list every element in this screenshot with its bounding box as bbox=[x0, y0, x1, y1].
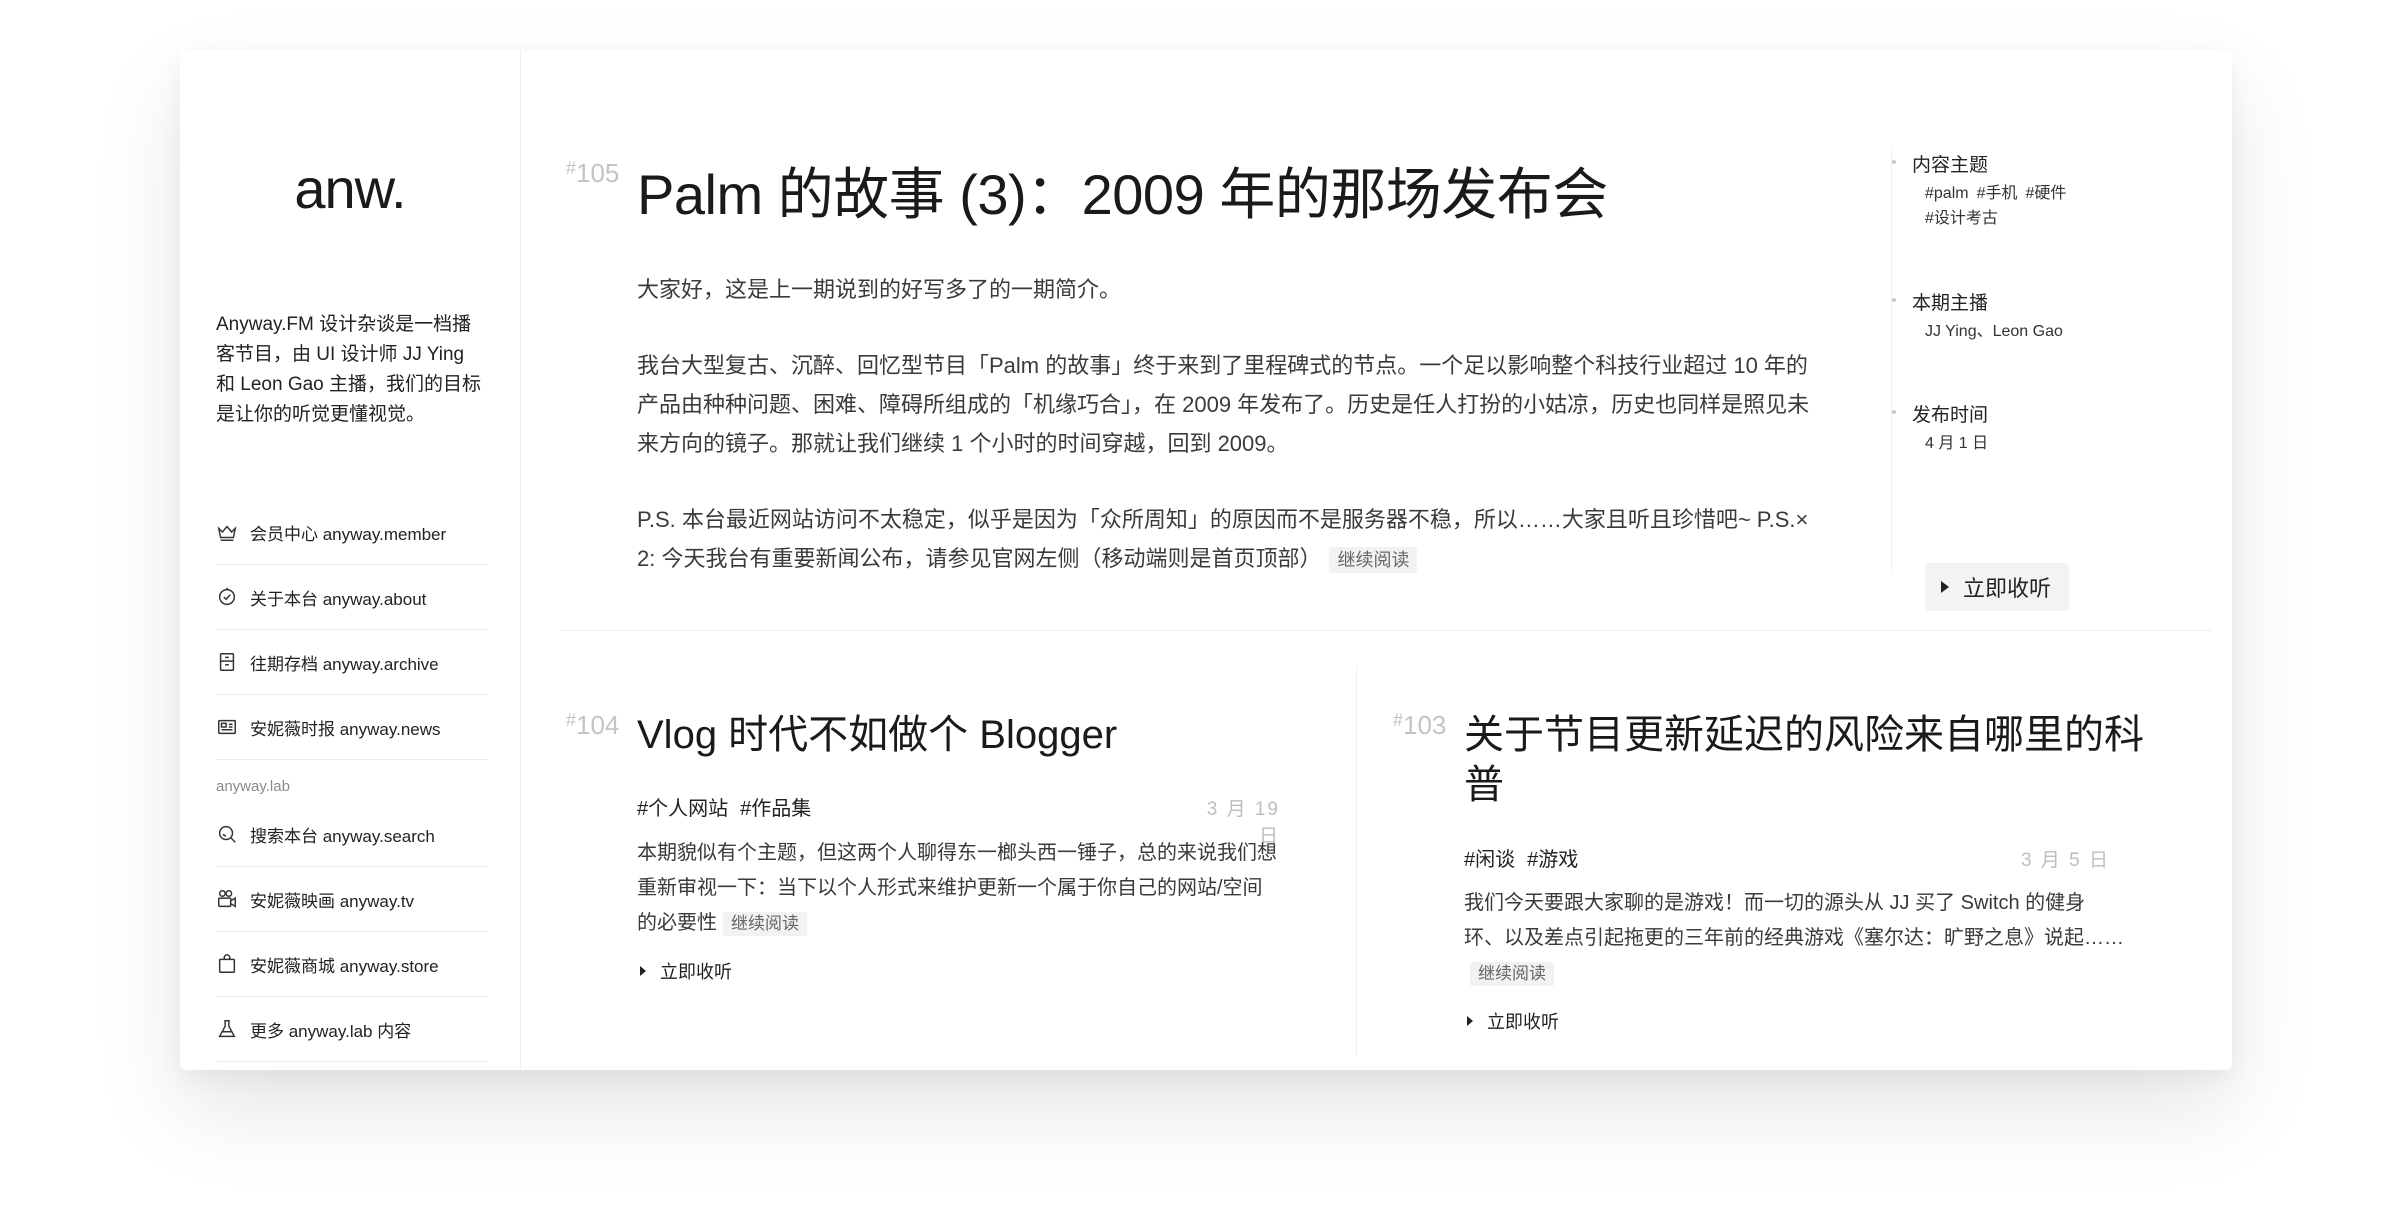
featured-title[interactable]: Palm 的故事 (3)：2009 年的那场发布会 bbox=[637, 150, 1608, 231]
meta-label: 本期主播 bbox=[1892, 288, 2063, 315]
meta-hosts: 本期主播 JJ Ying、Leon Gao bbox=[1892, 288, 2063, 344]
meta-topics: 内容主题 #palm #手机 #硬件 #设计考古 bbox=[1892, 150, 2074, 231]
episode-number: #105 bbox=[566, 158, 620, 188]
nav-item-lab[interactable]: 更多 anyway.lab 内容 bbox=[216, 997, 488, 1062]
nav-item-member[interactable]: 会员中心 anyway.member bbox=[216, 500, 488, 565]
episode-number: #103 bbox=[1393, 710, 1447, 740]
meta-label: 内容主题 bbox=[1892, 150, 2074, 177]
nav-item-label: 安妮薇时报 anyway.news bbox=[250, 719, 441, 739]
play-icon bbox=[1467, 1016, 1473, 1026]
flask-icon bbox=[216, 1018, 238, 1040]
topic-tag[interactable]: #个人网站 bbox=[637, 798, 728, 820]
nav-item-label: 安妮薇映画 anyway.tv bbox=[250, 891, 415, 911]
date-value: 4 月 1 日 bbox=[1925, 435, 1989, 452]
topic-tag[interactable]: #作品集 bbox=[740, 798, 811, 820]
camera-icon bbox=[216, 888, 238, 910]
episode-date: 3 月 5 日 bbox=[2021, 850, 2110, 871]
description-paragraph: 我台大型复古、沉醉、回忆型节目「Palm 的故事」终于来到了里程碑式的节点。一个… bbox=[637, 353, 1810, 456]
episode-title[interactable]: Vlog 时代不如做个 Blogger bbox=[637, 710, 1317, 760]
nav-item-label: 关于本台 anyway.about bbox=[250, 589, 427, 609]
badge-icon bbox=[216, 586, 238, 608]
subscribe-button[interactable]: 立即收听 bbox=[1467, 1008, 1559, 1034]
topic-tags: #palm #手机 #硬件 #设计考古 bbox=[1892, 181, 2074, 231]
site-logo[interactable]: anw. bbox=[180, 156, 520, 221]
topic-tag[interactable]: #设计考古 bbox=[1925, 210, 1998, 227]
description-paragraph: 大家好，这是上一期说到的好写多了的一期简介。 bbox=[637, 277, 1122, 302]
nav-item-search[interactable]: 搜索本台 anyway.search bbox=[216, 802, 488, 867]
crown-icon bbox=[216, 521, 238, 543]
meta-label: 发布时间 bbox=[1892, 400, 1988, 427]
nav-item-news[interactable]: 安妮薇时报 anyway.news bbox=[216, 695, 488, 760]
read-more-link[interactable]: 继续阅读 bbox=[1470, 962, 1554, 986]
episode-title[interactable]: 关于节目更新延迟的风险来自哪里的科普 bbox=[1464, 710, 2164, 810]
nav-item-label: 搜索本台 anyway.search bbox=[250, 826, 435, 846]
divider bbox=[560, 630, 2212, 631]
episode-tags: #个人网站 #作品集 bbox=[637, 792, 823, 821]
divider bbox=[1356, 666, 1357, 1056]
nav-item-label: 会员中心 anyway.member bbox=[250, 524, 447, 544]
nav-item-label: 更多 anyway.lab 内容 bbox=[250, 1021, 412, 1041]
nav-item-about[interactable]: 关于本台 anyway.about bbox=[216, 565, 488, 630]
nav-item-label: 往期存档 anyway.archive bbox=[250, 654, 439, 674]
archive-icon bbox=[216, 651, 238, 673]
nav-item-store[interactable]: 安妮薇商城 anyway.store bbox=[216, 932, 488, 997]
featured-meta: 内容主题 #palm #手机 #硬件 #设计考古 本期主播 JJ Ying、Leon… bbox=[1891, 150, 2092, 611]
episode-number: #104 bbox=[566, 710, 620, 740]
topic-tag[interactable]: #palm bbox=[1925, 185, 1969, 202]
play-icon bbox=[1941, 581, 1949, 593]
topic-tag[interactable]: #手机 bbox=[1977, 185, 2018, 202]
subscribe-button[interactable]: 立即收听 bbox=[1925, 563, 2070, 611]
lab-section-label: anyway.lab bbox=[216, 778, 290, 795]
topic-tag[interactable]: #游戏 bbox=[1527, 849, 1578, 871]
topic-tag[interactable]: #硬件 bbox=[2025, 185, 2066, 202]
hosts-value: JJ Ying、Leon Gao bbox=[1925, 323, 2063, 340]
meta-date: 发布时间 4 月 1 日 bbox=[1892, 400, 1988, 456]
episode-description: 我们今天要跟大家聊的是游戏！而一切的源头从 JJ 买了 Switch 的健身环、… bbox=[1464, 886, 2124, 991]
newspaper-icon bbox=[216, 716, 238, 738]
site-tagline: Anyway.FM 设计杂谈是一档播客节目，由 UI 设计师 JJ Ying 和… bbox=[216, 314, 482, 425]
nav-item-archive[interactable]: 往期存档 anyway.archive bbox=[216, 630, 488, 695]
page-card: anw. Anyway.FM 设计杂谈是一档播客节目，由 UI 设计师 JJ Y… bbox=[180, 50, 2232, 1070]
topic-tag[interactable]: #闲谈 bbox=[1464, 849, 1515, 871]
nav-item-label: 安妮薇商城 anyway.store bbox=[250, 956, 439, 976]
episode-description: 本期貌似有个主题，但这两个人聊得东一榔头西一锤子，总的来说我们想重新审视一下：当… bbox=[637, 842, 1277, 936]
featured-description: 大家好，这是上一期说到的好写多了的一期简介。 我台大型复古、沉醉、回忆型节目「P… bbox=[637, 270, 1827, 615]
episode-tags: #闲谈 #游戏 bbox=[1464, 843, 1590, 872]
read-more-link[interactable]: 继续阅读 bbox=[1329, 547, 1418, 573]
nav-item-tv[interactable]: 安妮薇映画 anyway.tv bbox=[216, 867, 488, 932]
main-nav: 会员中心 anyway.member 关于本台 anyway.about 往期存… bbox=[216, 500, 488, 760]
description-paragraph: P.S. 本台最近网站访问不太稳定，似乎是因为「众所周知」的原因而不是服务器不稳… bbox=[637, 507, 1809, 573]
subscribe-button[interactable]: 立即收听 bbox=[640, 958, 732, 984]
lab-nav: 搜索本台 anyway.search 安妮薇映画 anyway.tv 安妮薇商城… bbox=[216, 802, 488, 1062]
search-icon bbox=[216, 823, 238, 845]
sidebar: anw. Anyway.FM 设计杂谈是一档播客节目，由 UI 设计师 JJ Y… bbox=[180, 50, 521, 1070]
read-more-link[interactable]: 继续阅读 bbox=[723, 912, 807, 936]
shopping-bag-icon bbox=[216, 953, 238, 975]
play-icon bbox=[640, 966, 646, 976]
